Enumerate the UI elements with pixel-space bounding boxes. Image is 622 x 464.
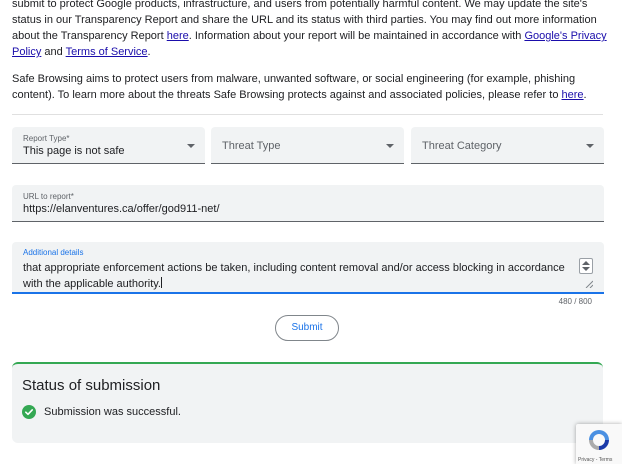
dropdown-arrow-icon bbox=[187, 144, 195, 148]
url-to-report-input[interactable]: URL to report* https://elanventures.ca/o… bbox=[12, 185, 604, 222]
status-title: Status of submission bbox=[22, 377, 161, 394]
transparency-report-link[interactable]: here bbox=[167, 30, 189, 42]
dropdown-arrow-icon bbox=[586, 144, 594, 148]
intro-paragraph: submit to protect Google products, infra… bbox=[12, 0, 608, 60]
section-divider bbox=[12, 114, 603, 115]
safe-browsing-end: . bbox=[583, 89, 587, 101]
intro-line-1: submit to protect Google products, infra… bbox=[12, 0, 588, 10]
recaptcha-links[interactable]: Privacy - Terms bbox=[578, 457, 612, 463]
check-circle-icon bbox=[22, 405, 36, 419]
url-label: URL to report* bbox=[23, 192, 74, 201]
url-value: https://elanventures.ca/offer/god911-net… bbox=[23, 203, 220, 215]
intro-end: . bbox=[147, 46, 151, 58]
scroll-up-icon bbox=[582, 261, 590, 265]
safe-browsing-text: Safe Browsing aims to protect users from… bbox=[12, 73, 576, 101]
recaptcha-badge[interactable]: Privacy - Terms bbox=[576, 424, 622, 464]
additional-details-content: that appropriate enforcement actions be … bbox=[23, 260, 568, 292]
report-type-select[interactable]: Report Type* This page is not safe bbox=[12, 127, 205, 164]
additional-details-value: that appropriate enforcement actions be … bbox=[23, 262, 565, 290]
dropdown-arrow-icon bbox=[386, 144, 394, 148]
status-card: Status of submission Submission was succ… bbox=[12, 362, 603, 443]
threat-type-select[interactable]: Threat Type bbox=[211, 127, 404, 164]
submit-button[interactable]: Submit bbox=[275, 315, 339, 341]
additional-details-textarea[interactable]: Additional details that appropriate enfo… bbox=[12, 242, 604, 294]
scroll-down-icon bbox=[582, 267, 590, 271]
status-message: Submission was successful. bbox=[44, 406, 181, 418]
terms-of-service-link[interactable]: Terms of Service bbox=[66, 46, 148, 58]
resize-handle-icon[interactable] bbox=[585, 280, 593, 288]
safe-browsing-paragraph: Safe Browsing aims to protect users from… bbox=[12, 71, 608, 103]
intro-line-3-cont: . Information about your report will be … bbox=[188, 30, 525, 42]
status-row: Submission was successful. bbox=[22, 405, 181, 419]
threat-category-select[interactable]: Threat Category bbox=[411, 127, 604, 164]
additional-details-label: Additional details bbox=[23, 248, 84, 257]
report-type-value: This page is not safe bbox=[23, 145, 125, 157]
character-counter: 480 / 800 bbox=[558, 297, 592, 306]
threats-policy-link[interactable]: here bbox=[562, 89, 584, 101]
recaptcha-logo-icon bbox=[589, 430, 609, 450]
threat-category-placeholder: Threat Category bbox=[422, 140, 502, 152]
intro-line-2: status in our Transparency Report and sh… bbox=[12, 14, 597, 26]
report-type-label: Report Type* bbox=[23, 134, 70, 143]
text-cursor bbox=[161, 277, 162, 288]
threat-type-placeholder: Threat Type bbox=[222, 140, 281, 152]
intro-line-3: about the Transparency Report bbox=[12, 30, 167, 42]
intro-and: and bbox=[41, 46, 66, 58]
scroll-stepper[interactable] bbox=[579, 258, 593, 274]
